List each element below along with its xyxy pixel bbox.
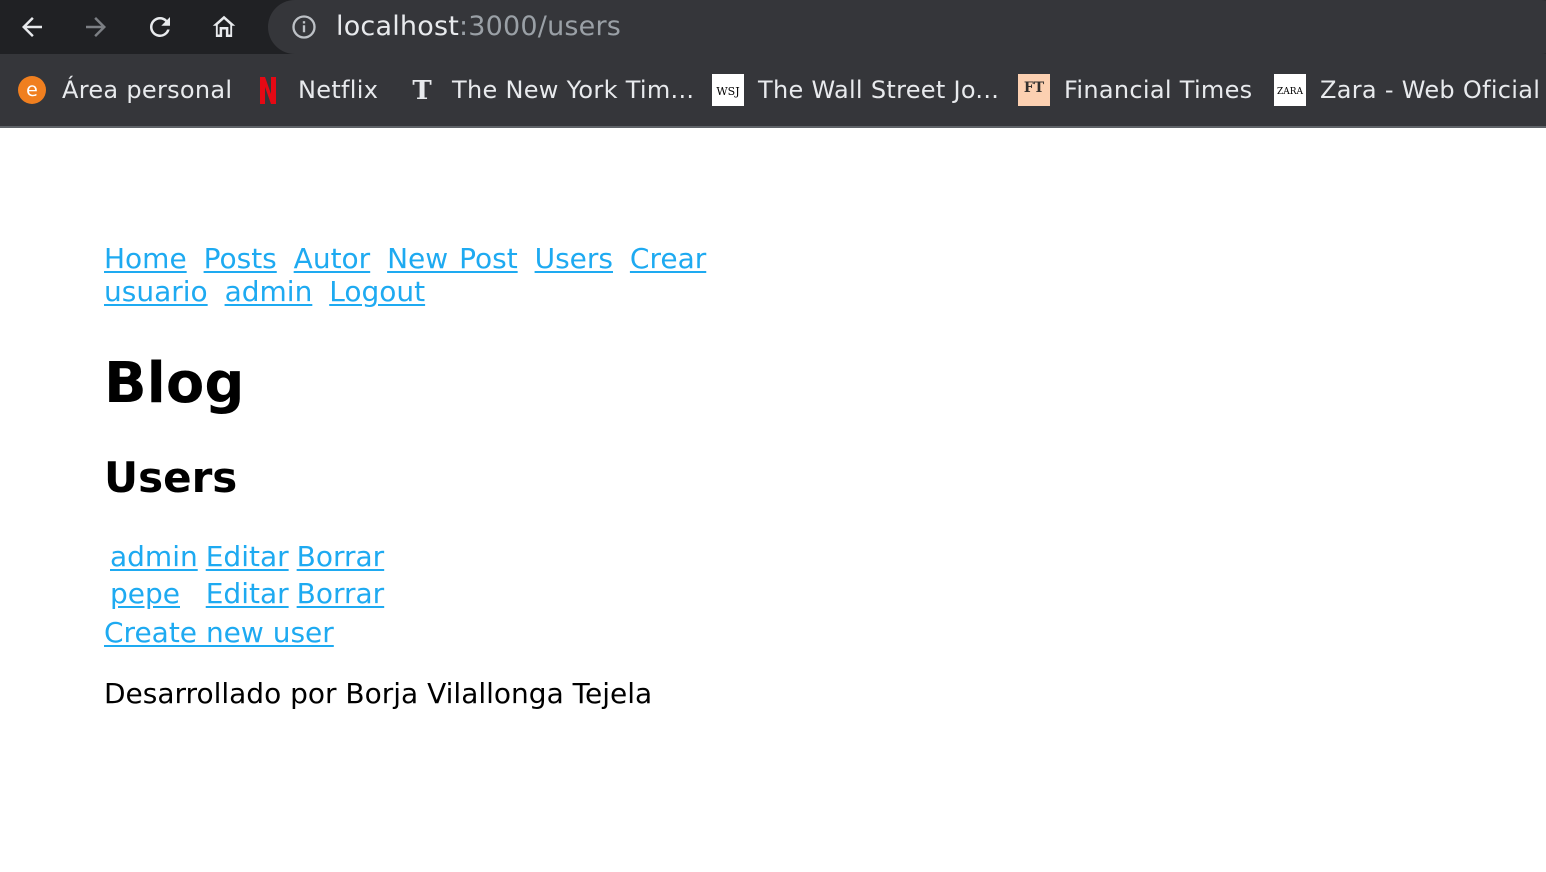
- svg-text:WSJ: WSJ: [716, 85, 739, 98]
- arrow-left-icon: [22, 17, 42, 37]
- edit-cell: Editar: [204, 540, 291, 573]
- bookmark-financial-times[interactable]: FT Financial Times: [1018, 72, 1252, 108]
- nav-posts-link[interactable]: Posts: [204, 242, 277, 275]
- url-host: localhost: [336, 11, 459, 42]
- user-link[interactable]: pepe: [110, 577, 180, 610]
- bookmark-label: Área personal: [62, 76, 233, 104]
- section-title: Users: [104, 453, 238, 502]
- svg-text:e: e: [26, 79, 38, 101]
- user-name-cell: pepe: [108, 577, 200, 610]
- info-icon[interactable]: [290, 13, 318, 41]
- nav-logout-link[interactable]: Logout: [329, 275, 425, 308]
- arrow-right-icon: [86, 17, 106, 37]
- forward-button[interactable]: [77, 8, 115, 46]
- bookmark-label: Zara - Web Oficial: [1320, 76, 1541, 104]
- edit-user-link[interactable]: Editar: [206, 577, 289, 610]
- nav-home-link[interactable]: Home: [104, 242, 187, 275]
- bookmark-label: Financial Times: [1064, 76, 1253, 104]
- browser-chrome: localhost:3000/users e Área personal Net…: [0, 0, 1546, 128]
- svg-text:ZARA: ZARA: [1277, 87, 1304, 97]
- nav-users-link[interactable]: Users: [535, 242, 613, 275]
- nyt-icon: T: [406, 74, 438, 106]
- svg-text:FT: FT: [1024, 80, 1045, 96]
- home-button[interactable]: [205, 8, 243, 46]
- bookmark-label: The New York Tim...: [452, 76, 695, 104]
- user-link[interactable]: admin: [110, 540, 198, 573]
- bookmark-nyt[interactable]: T The New York Tim...: [406, 72, 694, 108]
- zara-icon: ZARA: [1274, 74, 1306, 106]
- bookmark-label: The Wall Street Jo...: [758, 76, 1000, 104]
- footer-text: Desarrollado por Borja Vilallonga Tejela: [104, 677, 653, 710]
- bookmarks-bar: e Área personal Netflix T The New York T…: [0, 54, 1546, 126]
- create-user-link[interactable]: Create new user: [104, 614, 1484, 652]
- url-text[interactable]: localhost:3000/users: [336, 10, 621, 44]
- browser-toolbar: localhost:3000/users: [0, 0, 1546, 54]
- address-bar[interactable]: localhost:3000/users: [268, 0, 1546, 54]
- bookmark-wsj[interactable]: WSJ The Wall Street Jo...: [712, 72, 999, 108]
- edit-cell: Editar: [204, 577, 291, 610]
- table-row: admin Editar Borrar: [108, 540, 386, 573]
- page-title: Blog: [104, 351, 245, 416]
- home-icon: [212, 15, 236, 37]
- delete-cell: Borrar: [295, 540, 387, 573]
- netflix-icon: [252, 74, 284, 106]
- edit-user-link[interactable]: Editar: [206, 540, 289, 573]
- delete-cell: Borrar: [295, 577, 387, 610]
- table-row: pepe Editar Borrar: [108, 577, 386, 610]
- nav-admin-link[interactable]: admin: [225, 275, 313, 308]
- delete-user-link[interactable]: Borrar: [297, 577, 385, 610]
- bookmark-label: Netflix: [298, 76, 379, 104]
- url-path: :3000/users: [459, 11, 622, 42]
- svg-text:T: T: [412, 76, 432, 105]
- users-table: admin Editar Borrar pepe Editar Borrar: [104, 536, 390, 614]
- page-content: Home Posts Autor New Post Users Crear us…: [104, 242, 1484, 742]
- back-button[interactable]: [13, 8, 51, 46]
- bookmark-netflix[interactable]: Netflix: [252, 72, 378, 108]
- chrome-divider: [0, 126, 1546, 128]
- bookmark-area-personal[interactable]: e Área personal: [16, 72, 232, 108]
- nav-new-post-link[interactable]: New Post: [387, 242, 518, 275]
- user-name-cell: admin: [108, 540, 200, 573]
- reload-button[interactable]: [141, 8, 179, 46]
- reload-icon: [149, 16, 170, 37]
- e-circle-icon: e: [16, 74, 48, 106]
- delete-user-link[interactable]: Borrar: [297, 540, 385, 573]
- nav-autor-link[interactable]: Autor: [294, 242, 371, 275]
- bookmark-zara[interactable]: ZARA Zara - Web Oficial: [1274, 72, 1540, 108]
- main-nav: Home Posts Autor New Post Users Crear us…: [104, 242, 804, 308]
- wsj-icon: WSJ: [712, 74, 744, 106]
- ft-icon: FT: [1018, 74, 1050, 106]
